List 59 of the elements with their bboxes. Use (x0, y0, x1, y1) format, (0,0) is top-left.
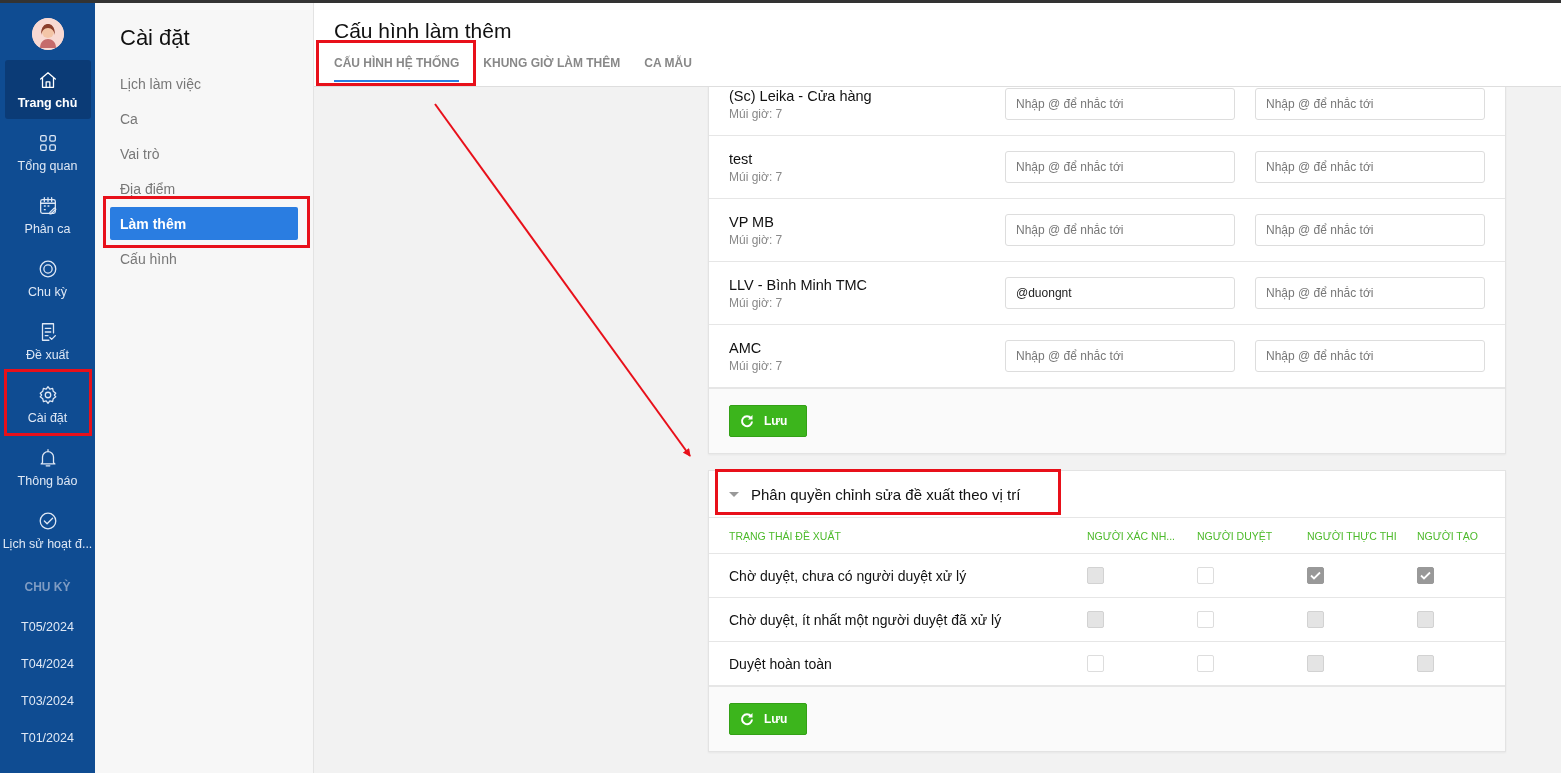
settings-item[interactable]: Cấu hình (110, 242, 298, 275)
nav-item[interactable]: Tổng quan (4, 123, 91, 182)
check-icon (1420, 571, 1431, 580)
settings-item[interactable]: Địa điểm (110, 172, 298, 205)
refresh-icon (740, 712, 754, 726)
panel-title: Cài đặt (120, 25, 191, 51)
timezone-label: Múi giờ: 7 (729, 232, 784, 247)
avatar[interactable] (31, 18, 64, 50)
nav-item[interactable]: Lịch sử hoạt đ... (4, 501, 91, 560)
timezone-label: Múi giờ: 7 (729, 358, 784, 373)
settings-item[interactable]: Ca (110, 102, 298, 135)
mention-field[interactable]: Nhập @ để nhắc tới (1255, 277, 1485, 309)
tab[interactable]: CA MẪU (644, 50, 692, 82)
refresh-icon (740, 414, 754, 428)
settings-item[interactable]: Vai trò (110, 137, 298, 170)
nav-item[interactable]: Trang chủ (4, 60, 91, 119)
mention-field[interactable]: @duongnt (1005, 277, 1235, 309)
page-title: Cấu hình làm thêm (334, 19, 513, 43)
nav-item[interactable]: Đề xuất (4, 312, 91, 371)
section-title: Phân quyền chỉnh sửa đề xuất theo vị trí (751, 485, 1021, 503)
caret-icon[interactable] (729, 491, 739, 497)
nav-item[interactable]: Chu kỳ (4, 249, 91, 308)
status-label: Chờ duyệt, chưa có người duyệt xử lý (729, 567, 968, 584)
nav-item[interactable]: Thông báo (4, 438, 91, 497)
column-header: TRẠNG THÁI ĐỀ XUẤT (729, 529, 842, 542)
cycle-item[interactable]: T05/2024 (21, 608, 74, 645)
cycle-item[interactable]: T04/2024 (21, 645, 74, 682)
location-name: test (729, 150, 754, 167)
mention-field[interactable]: Nhập @ để nhắc tới (1255, 340, 1485, 372)
timezone-label: Múi giờ: 7 (729, 106, 784, 121)
cycle-item[interactable]: T01/2024 (21, 719, 74, 756)
timezone-label: Múi giờ: 7 (729, 169, 784, 184)
mention-field[interactable]: Nhập @ để nhắc tới (1255, 151, 1485, 183)
mention-field[interactable]: Nhập @ để nhắc tới (1255, 214, 1485, 246)
column-header: NGƯỜI THỰC THI (1307, 529, 1398, 542)
mention-field[interactable]: Nhập @ để nhắc tới (1005, 214, 1235, 246)
mention-field[interactable]: Nhập @ để nhắc tới (1255, 88, 1485, 120)
column-header: NGƯỜI TẠO (1417, 529, 1479, 542)
settings-item[interactable]: Làm thêm (110, 207, 298, 240)
settings-item[interactable]: Lịch làm việc (110, 67, 298, 100)
tab[interactable]: KHUNG GIỜ LÀM THÊM (483, 50, 621, 82)
location-name: AMC (729, 339, 763, 356)
mention-field[interactable]: Nhập @ để nhắc tới (1005, 340, 1235, 372)
timezone-label: Múi giờ: 7 (729, 295, 784, 310)
location-name: LLV - Bình Minh TMC (729, 276, 869, 293)
location-name: (Sc) Leika - Cửa hàng (729, 87, 873, 104)
section-heading: CHU KỲ (24, 580, 71, 594)
check-icon (1310, 571, 1321, 580)
mention-field[interactable]: Nhập @ để nhắc tới (1005, 88, 1235, 120)
mention-field[interactable]: Nhập @ để nhắc tới (1005, 151, 1235, 183)
tab[interactable]: CẤU HÌNH HỆ THỐNG (334, 50, 460, 82)
column-header: NGƯỜI DUYỆT (1197, 529, 1274, 542)
status-label: Chờ duyệt, ít nhất một người duyệt đã xử lý (729, 611, 1003, 628)
column-header: NGƯỜI XÁC NH... (1087, 529, 1176, 542)
status-label: Duyệt hoàn toàn (729, 655, 833, 672)
nav-item[interactable]: Cài đặt (4, 375, 91, 434)
cycle-item[interactable]: T03/2024 (21, 682, 74, 719)
nav-item[interactable]: Phân ca (4, 186, 91, 245)
location-name: VP MB (729, 213, 775, 230)
